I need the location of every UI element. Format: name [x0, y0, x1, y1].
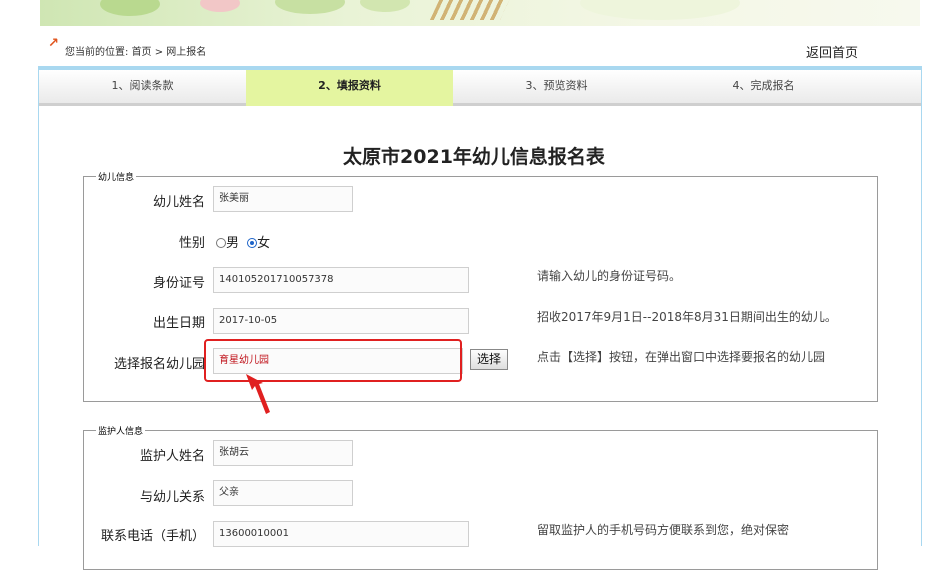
- id-number-hint: 请输入幼儿的身份证号码。: [537, 269, 682, 283]
- child-name-input[interactable]: 张美丽: [213, 186, 353, 212]
- guardian-name-label: 监护人姓名: [139, 449, 205, 464]
- header-banner: [40, 0, 920, 26]
- child-info-legend: 幼儿信息: [96, 170, 137, 183]
- gender-label: 性别: [178, 236, 205, 251]
- phone-label: 联系电话（手机）: [100, 529, 205, 544]
- gender-options: 男 女: [216, 232, 270, 251]
- banner-decoration: [580, 0, 740, 20]
- banner-decoration: [100, 0, 160, 16]
- relation-label: 与幼儿关系: [139, 490, 205, 505]
- phone-input[interactable]: 13600010001: [213, 521, 469, 547]
- birth-date-label: 出生日期: [152, 316, 205, 331]
- location-bar: ↗ 您当前的位置: 首页 > 网上报名 返回首页: [48, 36, 878, 61]
- phone-hint: 留取监护人的手机号码方便联系到您，绝对保密: [537, 523, 790, 537]
- step-fill-info[interactable]: 2、填报资料: [246, 70, 453, 106]
- step-tabs: 1、阅读条款 2、填报资料 3、预览资料 4、完成报名: [39, 70, 921, 106]
- banner-decoration: [275, 0, 345, 14]
- banner-decoration: [200, 0, 240, 12]
- step-read-terms[interactable]: 1、阅读条款: [39, 70, 246, 106]
- gender-male-label[interactable]: 男: [226, 236, 239, 251]
- breadcrumb-prefix: 您当前的位置:: [65, 47, 129, 58]
- child-name-label: 幼儿姓名: [152, 195, 205, 210]
- gender-female-label[interactable]: 女: [257, 236, 270, 251]
- select-kindergarten-button[interactable]: 选择: [470, 349, 508, 370]
- id-number-label: 身份证号: [152, 276, 205, 291]
- step-preview[interactable]: 3、预览资料: [453, 70, 660, 106]
- location-arrow-icon: ↗: [48, 36, 59, 51]
- birth-date-input[interactable]: 2017-10-05: [213, 308, 469, 334]
- guardian-name-input[interactable]: 张胡云: [213, 440, 353, 466]
- annotation-arrow-icon: [246, 374, 270, 414]
- banner-fence: [429, 0, 511, 20]
- home-link[interactable]: 返回首页: [806, 42, 858, 61]
- gender-female-radio[interactable]: [247, 237, 258, 248]
- breadcrumb: 您当前的位置: 首页 > 网上报名: [65, 43, 206, 58]
- banner-decoration: [360, 0, 410, 12]
- kindergarten-label: 选择报名幼儿园: [113, 357, 205, 372]
- step-complete[interactable]: 4、完成报名: [660, 70, 867, 106]
- birth-date-hint: 招收2017年9月1日--2018年8月31日期间出生的幼儿。: [537, 310, 837, 324]
- form-title: 太原市2021年幼儿信息报名表: [343, 146, 605, 168]
- id-number-input[interactable]: 140105201710057378: [213, 267, 469, 293]
- guardian-info-legend: 监护人信息: [96, 424, 146, 437]
- gender-male-radio[interactable]: [216, 237, 226, 248]
- kindergarten-hint: 点击【选择】按钮，在弹出窗口中选择要报名的幼儿园: [537, 350, 826, 364]
- breadcrumb-path[interactable]: 首页 > 网上报名: [132, 47, 207, 58]
- relation-input[interactable]: 父亲: [213, 480, 353, 506]
